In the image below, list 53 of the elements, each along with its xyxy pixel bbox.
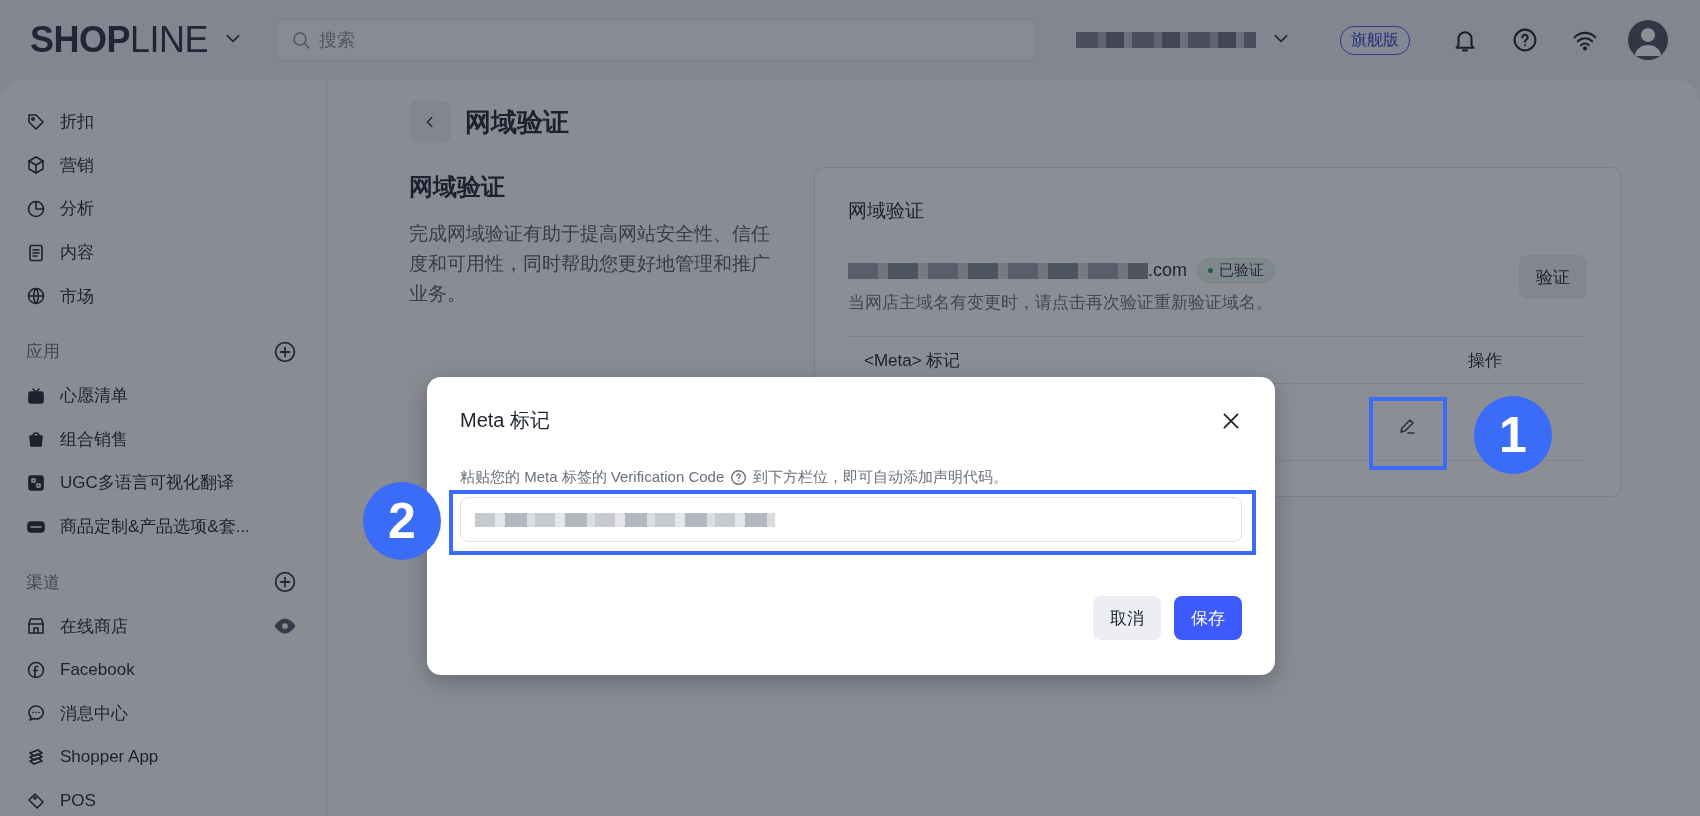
add-icon — [274, 571, 296, 594]
sidebar-item[interactable]: 商品定制&产品选项&套... — [0, 504, 326, 549]
chat-icon — [26, 703, 46, 724]
section-title: 网域验证 — [409, 175, 506, 199]
storefront-icon — [26, 616, 46, 637]
pencil-icon — [1397, 416, 1417, 436]
card-title: 网域验证 — [848, 199, 925, 223]
help-icon — [1512, 27, 1539, 53]
add-icon — [274, 340, 296, 363]
section-heading: 应用 — [26, 341, 60, 364]
search-icon — [291, 30, 312, 50]
sidebar-item[interactable]: Facebook — [0, 647, 326, 692]
column-header: 操作 — [1468, 349, 1503, 372]
avatar[interactable] — [1628, 20, 1669, 60]
save-button[interactable]: 保存 — [1174, 596, 1242, 640]
status-badge: 已验证 — [1197, 258, 1275, 283]
sidebar-item[interactable]: Shopper App — [0, 735, 326, 779]
globe-icon — [26, 286, 46, 307]
sidebar-item[interactable]: 心愿清单 — [0, 373, 326, 418]
section-heading: 渠道 — [26, 571, 60, 594]
hint-text: 当网店主域名有变更时，请点击再次验证重新验证域名。 — [848, 292, 1273, 314]
pie-chart-icon — [26, 199, 46, 219]
sidebar-item[interactable]: 营销 — [0, 143, 326, 188]
domain-suffix: .com — [1148, 260, 1187, 281]
sidebar-item[interactable]: 市场 — [0, 274, 326, 318]
cube-icon — [26, 155, 46, 176]
sidebar-item[interactable]: POS — [0, 778, 326, 816]
logo[interactable]: SHOPLINE — [30, 19, 209, 61]
sidebar-item[interactable]: 组合销售 — [0, 417, 326, 462]
help-icon — [730, 469, 748, 486]
facebook-icon — [26, 659, 46, 680]
plan-badge: 旗舰版 — [1340, 25, 1411, 55]
field-label: 粘贴您的 Meta 标签的 Verification Code — [460, 468, 725, 487]
verify-button[interactable]: 验证 — [1519, 255, 1587, 299]
field-label: 到下方栏位，即可自动添加声明代码。 — [753, 468, 1009, 487]
sidebar-item[interactable]: 消息中心 — [0, 691, 326, 736]
price-tag-icon — [26, 790, 46, 811]
page-title: 网域验证 — [465, 105, 569, 139]
sidebar-item[interactable]: 折扣 — [0, 100, 326, 144]
document-icon — [26, 242, 46, 263]
cancel-button[interactable]: 取消 — [1093, 596, 1161, 640]
shopping-bag-icon — [26, 429, 46, 450]
app-tile-icon — [26, 472, 46, 493]
column-header: <Meta> 标记 — [864, 349, 962, 372]
input-field[interactable] — [460, 497, 1242, 542]
sidebar-item[interactable]: UGC多语言可视化翻译 — [0, 461, 326, 505]
section-description: 完成网域验证有助于提高网站安全性、信任度和可用性，同时帮助您更好地管理和推广业务。 — [409, 222, 771, 306]
sidebar-item[interactable]: 分析 — [0, 187, 326, 231]
sidebar-item[interactable]: 内容 — [0, 230, 326, 275]
dialog-title: Meta 标记 — [460, 408, 551, 433]
stacked-layers-icon — [26, 746, 46, 767]
sidebar-item[interactable]: 在线商店 — [0, 604, 326, 648]
tag-icon — [26, 111, 46, 132]
